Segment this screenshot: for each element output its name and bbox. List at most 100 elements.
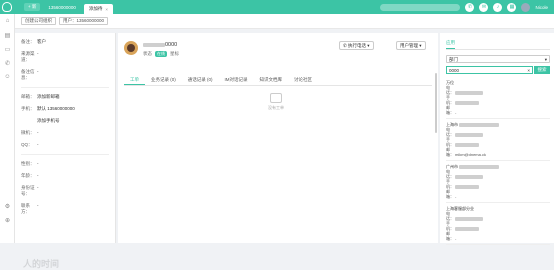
left-nav: ⌂ ▤ ▭ ✆ ☺ ⚙ ⊕ bbox=[0, 14, 15, 243]
status-label: 状态 bbox=[143, 51, 152, 56]
detail-tabs: 工单 业务记录 (0) 通话记录 (0) IM对话记录 知识文档库 讨论社区 bbox=[124, 74, 432, 86]
search-value: 0000 bbox=[449, 68, 460, 73]
field-row: 性别： - bbox=[15, 161, 115, 167]
home-icon[interactable]: ⌂ bbox=[0, 14, 15, 28]
customer-fields-panel: 备注： 客户 来源渠道： - 备注信息： - 邮箱： 添加新邮箱 手机： 默认 13560… bbox=[15, 33, 116, 269]
redacted-text bbox=[455, 226, 479, 231]
scrollbar[interactable] bbox=[435, 73, 437, 133]
field-row: 添加手机号 bbox=[15, 118, 115, 124]
bell-icon[interactable]: ♪ bbox=[493, 2, 503, 12]
tag-label[interactable]: 星标 bbox=[170, 51, 179, 57]
phone-label: 电话： bbox=[446, 127, 454, 137]
top-right-tools: ✆ ✉ ♪ ▦ Nicole bbox=[380, 2, 548, 12]
crumb-user[interactable]: 用户：13560000000 bbox=[59, 17, 109, 25]
tab-phone[interactable]: 13560000000 bbox=[43, 2, 81, 12]
field-row: 手机： 默认 13560000000 bbox=[15, 106, 115, 112]
empty-text: 没有工单 bbox=[268, 105, 284, 110]
field-value[interactable]: - bbox=[37, 130, 39, 136]
field-label: 备注： bbox=[21, 39, 35, 44]
mobile-label: 手机： bbox=[446, 179, 454, 189]
list-item[interactable]: 万位 电话： 手机： 邮箱：- bbox=[446, 77, 550, 119]
field-row: 来源渠道： - bbox=[15, 51, 115, 63]
field-label bbox=[21, 118, 37, 124]
chat-icon[interactable]: ✉ bbox=[479, 2, 489, 12]
new-button[interactable]: + 新 bbox=[24, 3, 41, 11]
search-button[interactable]: 搜索 bbox=[534, 66, 550, 74]
tab-label: 添加待 bbox=[88, 6, 103, 11]
tab-im[interactable]: IM对话记录 bbox=[219, 74, 254, 85]
email-label: 邮箱： bbox=[446, 105, 454, 115]
tab-apps[interactable]: 应用 bbox=[446, 40, 455, 49]
phone-icon[interactable]: ✆ bbox=[465, 2, 475, 12]
grid-icon[interactable]: ▤ bbox=[0, 28, 15, 42]
user-name[interactable]: Nicole bbox=[535, 5, 548, 10]
field-label: 备注信息： bbox=[21, 69, 35, 80]
clear-icon[interactable]: × bbox=[527, 67, 530, 73]
empty-box-icon bbox=[270, 93, 282, 103]
mobile-label: 手机： bbox=[446, 221, 454, 231]
call-dropdown[interactable]: ✆ 执行电话 ▾ bbox=[339, 41, 374, 50]
chevron-down-icon: ▾ bbox=[366, 42, 370, 48]
field-label: 性别： bbox=[21, 161, 35, 166]
chat-icon[interactable]: ▭ bbox=[0, 42, 15, 56]
redacted-text bbox=[143, 42, 165, 47]
tab-calls[interactable]: 通话记录 (0) bbox=[182, 74, 219, 85]
field-value[interactable]: - bbox=[37, 203, 39, 215]
status-row: 状态 在线 星标 bbox=[143, 51, 179, 57]
apps-panel: 应用 部门 ▾ 0000 × 搜索 万位 电话： 手机： 邮箱：- 上海市 电话： … bbox=[440, 33, 554, 245]
field-value[interactable]: - bbox=[37, 161, 39, 167]
email-label: 邮箱： bbox=[446, 231, 454, 241]
list-item[interactable]: 上海市 电话： 手机： 邮箱：mikm@dnema.ck bbox=[446, 119, 550, 161]
contact-search-input[interactable]: 0000 × bbox=[446, 66, 533, 74]
phone-label: 电话： bbox=[446, 85, 454, 95]
field-value[interactable]: - bbox=[37, 51, 39, 63]
avatar bbox=[124, 41, 138, 55]
tab-active[interactable]: 添加待 × bbox=[83, 4, 114, 14]
department-select[interactable]: 部门 ▾ bbox=[446, 55, 550, 63]
settings-icon[interactable]: ⚙ bbox=[0, 199, 15, 213]
close-icon[interactable]: × bbox=[105, 7, 108, 12]
empty-state: 没有工单 bbox=[268, 93, 284, 111]
email-label: 邮箱： bbox=[446, 189, 454, 199]
redacted-text bbox=[455, 184, 479, 189]
avatar[interactable] bbox=[521, 2, 531, 12]
mobile-label: 手机： bbox=[446, 137, 454, 147]
field-value[interactable]: - bbox=[37, 173, 39, 179]
phone-label: 电话： bbox=[446, 169, 454, 179]
customer-detail-panel: 0000 状态 在线 星标 ✆ 执行电话 ▾ 用户管理 ▾ 工单 业务记录 (0… bbox=[118, 33, 438, 243]
top-bar: + 新 13560000000 添加待 × ✆ ✉ ♪ ▦ Nicole bbox=[0, 0, 554, 14]
field-row: 身份证号： - bbox=[15, 185, 115, 197]
profile-info: 0000 状态 在线 星标 bbox=[143, 41, 179, 57]
add-email-link[interactable]: 添加新邮箱 bbox=[37, 94, 60, 100]
user-icon[interactable]: ☺ bbox=[0, 70, 15, 84]
dropdown-label: 执行电话 bbox=[348, 42, 367, 48]
global-search-input[interactable] bbox=[380, 3, 461, 11]
field-row: 备注： 客户 bbox=[15, 39, 115, 45]
add-phone-link[interactable]: 添加手机号 bbox=[37, 118, 60, 124]
list-item[interactable]: 上海客服部分业 电话： 手机： 邮箱：- bbox=[446, 203, 550, 245]
email-label: 邮箱： bbox=[446, 147, 454, 157]
field-value[interactable]: - bbox=[37, 185, 39, 197]
tab-label: 13560000000 bbox=[48, 4, 76, 10]
status-badge[interactable]: 在线 bbox=[155, 51, 167, 57]
breadcrumb: 创建公司组织 用户：13560000000 bbox=[15, 14, 554, 29]
grid-icon[interactable]: ▦ bbox=[507, 2, 517, 12]
tab-records[interactable]: 业务记录 (0) bbox=[145, 74, 182, 85]
phone-icon[interactable]: ✆ bbox=[0, 56, 15, 70]
add-icon[interactable]: ⊕ bbox=[0, 213, 15, 227]
chevron-down-icon: ▾ bbox=[544, 57, 547, 62]
field-value[interactable]: 默认 13560000000 bbox=[37, 106, 75, 112]
field-value[interactable]: 客户 bbox=[37, 39, 46, 45]
field-label: 年龄： bbox=[21, 173, 35, 178]
field-row: 联系方： - bbox=[15, 203, 115, 215]
cloud-logo-icon bbox=[2, 2, 12, 12]
field-value[interactable]: - bbox=[37, 142, 39, 148]
field-value[interactable]: - bbox=[37, 69, 39, 81]
user-manage-dropdown[interactable]: 用户管理 ▾ bbox=[396, 41, 426, 50]
tab-tickets[interactable]: 工单 bbox=[124, 74, 145, 85]
tab-knowledge[interactable]: 知识文档库 bbox=[254, 74, 289, 85]
list-item[interactable]: 广州市 电话： 手机： 邮箱：- bbox=[446, 161, 550, 203]
field-label: 联系方： bbox=[21, 203, 30, 214]
crumb-company[interactable]: 创建公司组织 bbox=[21, 17, 56, 25]
tab-community[interactable]: 讨论社区 bbox=[288, 74, 318, 85]
